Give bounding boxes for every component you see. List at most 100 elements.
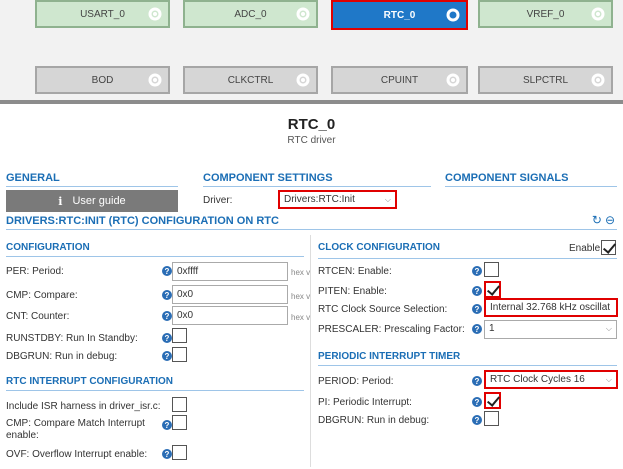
component-cpuint[interactable]: CPUINT bbox=[331, 66, 468, 94]
cmp-unit: hex v bbox=[291, 292, 311, 301]
help-icon[interactable]: ? bbox=[472, 415, 482, 425]
clock-enable-label: Enable: bbox=[569, 243, 603, 254]
component-clkctrl[interactable]: CLKCTRL bbox=[183, 66, 318, 94]
dbgrun-label: DBGRUN: Run in debug: bbox=[6, 351, 118, 362]
component-slpctrl[interactable]: SLPCTRL bbox=[478, 66, 613, 94]
component-label: RTC_0 bbox=[383, 9, 416, 21]
help-icon[interactable]: ? bbox=[472, 324, 482, 334]
component-label: SLPCTRL bbox=[522, 74, 568, 86]
divider bbox=[445, 186, 617, 187]
component-label: CLKCTRL bbox=[227, 74, 274, 86]
ovf-checkbox[interactable] bbox=[172, 445, 187, 460]
piten-label: PITEN: Enable: bbox=[318, 286, 387, 297]
help-icon[interactable]: ? bbox=[162, 266, 172, 276]
component-settings-heading: COMPONENT SETTINGS bbox=[203, 172, 333, 184]
help-icon[interactable]: ? bbox=[162, 311, 172, 321]
page-title: RTC_0 bbox=[287, 116, 336, 133]
ovf-label: OVF: Overflow Interrupt enable: bbox=[6, 449, 148, 460]
gear-icon[interactable] bbox=[589, 71, 607, 89]
help-icon[interactable]: ? bbox=[472, 286, 482, 296]
gear-icon[interactable] bbox=[589, 5, 607, 23]
gear-icon[interactable] bbox=[146, 71, 164, 89]
chevron-down-icon: ⌵ bbox=[605, 324, 612, 333]
cmp-interrupt-label: CMP: Compare Match Interrupt enable: bbox=[6, 418, 145, 441]
pit-dbgrun-label: DBGRUN: Run in debug: bbox=[318, 415, 430, 426]
cmp-label: CMP: Compare: bbox=[6, 290, 78, 301]
clock-source-label: RTC Clock Source Selection: bbox=[318, 304, 448, 315]
general-heading: GENERAL bbox=[6, 172, 60, 184]
driver-label: Driver: bbox=[203, 195, 233, 206]
help-icon[interactable]: ? bbox=[472, 397, 482, 407]
driver-value: Drivers:RTC:Init bbox=[284, 194, 355, 205]
prescaler-select[interactable]: 1 ⌵ bbox=[484, 320, 617, 339]
component-adc0[interactable]: ADC_0 bbox=[183, 0, 318, 28]
info-icon: i bbox=[58, 194, 63, 208]
cnt-unit: hex v bbox=[291, 313, 311, 322]
gear-icon[interactable] bbox=[294, 5, 312, 23]
cmp-interrupt-checkbox[interactable] bbox=[172, 415, 187, 430]
component-header: RTC_0 RTC driver bbox=[0, 104, 623, 164]
component-label: USART_0 bbox=[80, 8, 125, 20]
clock-enable-checkbox[interactable] bbox=[601, 240, 616, 255]
divider bbox=[203, 186, 431, 187]
chevron-down-icon: ⌵ bbox=[605, 375, 612, 384]
pi-checkbox[interactable] bbox=[484, 392, 501, 409]
gear-icon[interactable] bbox=[444, 71, 462, 89]
period-select[interactable]: RTC Clock Cycles 16 ⌵ bbox=[484, 370, 618, 389]
isr-label: Include ISR harness in driver_isr.c: bbox=[6, 401, 161, 412]
help-icon[interactable]: ? bbox=[472, 376, 482, 386]
component-label: ADC_0 bbox=[234, 8, 267, 20]
isr-checkbox[interactable] bbox=[172, 397, 187, 412]
dbgrun-checkbox[interactable] bbox=[172, 347, 187, 362]
clock-source-value: Internal 32.768 kHz oscillat bbox=[490, 302, 611, 313]
gear-icon[interactable] bbox=[294, 71, 312, 89]
component-bod[interactable]: BOD bbox=[35, 66, 170, 94]
cnt-label: CNT: Counter: bbox=[6, 311, 70, 322]
rtcen-checkbox[interactable] bbox=[484, 262, 499, 277]
component-label: VREF_0 bbox=[526, 8, 565, 20]
config-toolbar: ↻ ⊖ bbox=[592, 213, 615, 227]
runstdby-checkbox[interactable] bbox=[172, 328, 187, 343]
help-icon[interactable]: ? bbox=[472, 266, 482, 276]
component-usart0[interactable]: USART_0 bbox=[35, 0, 170, 28]
prescaler-value: 1 bbox=[489, 323, 495, 334]
configuration-title: DRIVERS:RTC:INIT (RTC) CONFIGURATION ON … bbox=[6, 215, 279, 227]
chevron-down-icon: ⌵ bbox=[384, 195, 391, 204]
period-label: PERIOD: Period: bbox=[318, 376, 394, 387]
pi-label: PI: Periodic Interrupt: bbox=[318, 397, 412, 408]
clock-source-select[interactable]: Internal 32.768 kHz oscillat bbox=[484, 298, 618, 317]
component-vref0[interactable]: VREF_0 bbox=[478, 0, 613, 28]
per-unit: hex v bbox=[291, 268, 311, 277]
gear-icon[interactable] bbox=[146, 5, 164, 23]
divider bbox=[6, 256, 304, 257]
help-icon[interactable]: ? bbox=[472, 304, 482, 314]
component-diagram: USART_0 ADC_0 RTC_0 VREF_0 BOD CLKCTRL C… bbox=[0, 0, 623, 102]
rtcen-label: RTCEN: Enable: bbox=[318, 266, 392, 277]
divider bbox=[6, 186, 178, 187]
cmp-input[interactable]: 0x0 bbox=[172, 285, 288, 304]
help-icon[interactable]: ? bbox=[162, 420, 172, 430]
piten-checkbox[interactable] bbox=[484, 281, 501, 298]
per-label: PER: Period: bbox=[6, 266, 64, 277]
component-rtc0[interactable]: RTC_0 bbox=[331, 0, 468, 30]
user-guide-button[interactable]: i User guide bbox=[6, 190, 178, 212]
divider bbox=[6, 229, 617, 230]
component-label: BOD bbox=[91, 74, 114, 86]
collapse-icon[interactable]: ⊖ bbox=[605, 213, 615, 227]
help-icon[interactable]: ? bbox=[162, 449, 172, 459]
divider bbox=[6, 390, 304, 391]
driver-select[interactable]: Drivers:RTC:Init ⌵ bbox=[278, 190, 397, 209]
prescaler-label: PRESCALER: Prescaling Factor: bbox=[318, 324, 465, 335]
period-value: RTC Clock Cycles 16 bbox=[490, 374, 585, 385]
help-icon[interactable]: ? bbox=[162, 290, 172, 300]
cnt-input[interactable]: 0x0 bbox=[172, 306, 288, 325]
pit-dbgrun-checkbox[interactable] bbox=[484, 411, 499, 426]
help-icon[interactable]: ? bbox=[162, 333, 172, 343]
help-icon[interactable]: ? bbox=[162, 351, 172, 361]
gear-icon[interactable] bbox=[444, 6, 462, 24]
runstdby-label: RUNSTDBY: Run In Standby: bbox=[6, 333, 138, 344]
column-separator bbox=[310, 235, 311, 467]
per-input[interactable]: 0xffff bbox=[172, 262, 288, 281]
divider bbox=[318, 365, 617, 366]
refresh-icon[interactable]: ↻ bbox=[592, 213, 602, 227]
